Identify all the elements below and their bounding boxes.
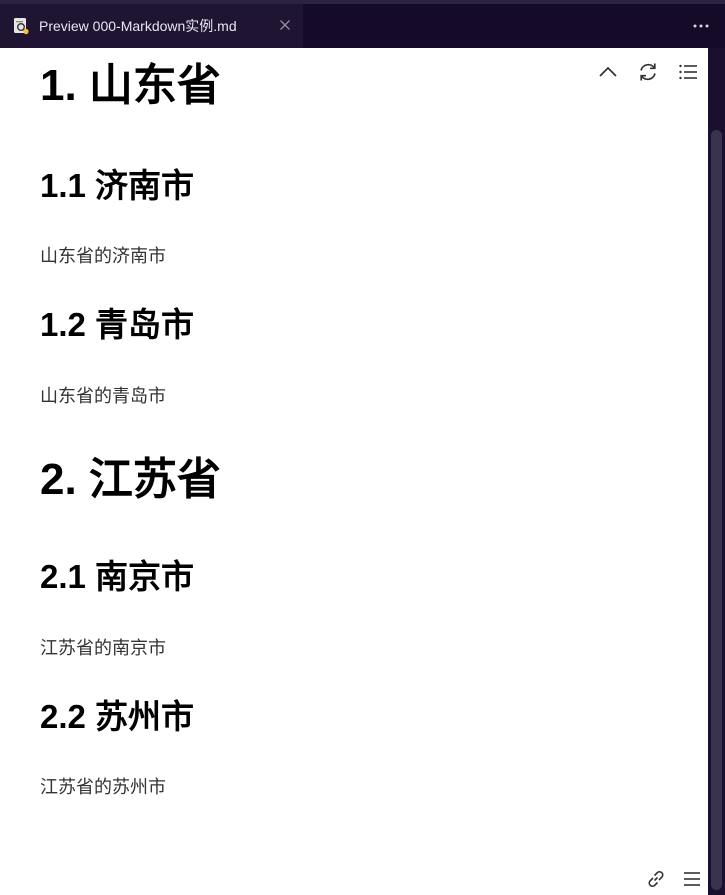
refresh-icon[interactable] xyxy=(636,60,660,84)
bottom-toolbar xyxy=(644,867,704,891)
heading-jiangsu: 2. 江苏省 xyxy=(40,455,221,504)
hamburger-icon[interactable] xyxy=(680,867,704,891)
tab-preview[interactable]: Preview 000-Markdown实例.md xyxy=(0,4,303,48)
preview-file-icon xyxy=(12,17,30,35)
preview-content: 1. 山东省 1.1 济南市 山东省的济南市 1.2 青岛市 山东省的青岛市 2… xyxy=(0,48,708,895)
heading-nanjing: 2.1 南京市 xyxy=(40,558,195,595)
paragraph-qingdao: 山东省的青岛市 xyxy=(40,386,166,407)
scrollbar-thumb[interactable] xyxy=(711,130,722,890)
preview-window: Preview 000-Markdown实例.md 1. 山东省 1.1 济南市… xyxy=(0,0,725,895)
more-icon[interactable] xyxy=(691,18,711,32)
chevron-up-icon[interactable] xyxy=(596,60,620,84)
paragraph-suzhou: 江苏省的苏州市 xyxy=(40,777,166,798)
list-icon[interactable] xyxy=(676,60,700,84)
heading-suzhou: 2.2 苏州市 xyxy=(40,698,195,735)
preview-toolbar xyxy=(596,60,700,84)
tab-title: Preview 000-Markdown实例.md xyxy=(39,18,237,34)
close-icon[interactable] xyxy=(277,17,293,33)
link-icon[interactable] xyxy=(644,867,668,891)
paragraph-nanjing: 江苏省的南京市 xyxy=(40,638,166,659)
tab-bar: Preview 000-Markdown实例.md xyxy=(0,0,725,48)
heading-shandong: 1. 山东省 xyxy=(40,61,221,110)
paragraph-jinan: 山东省的济南市 xyxy=(40,246,166,267)
heading-jinan: 1.1 济南市 xyxy=(40,167,195,204)
heading-qingdao: 1.2 青岛市 xyxy=(40,306,195,343)
